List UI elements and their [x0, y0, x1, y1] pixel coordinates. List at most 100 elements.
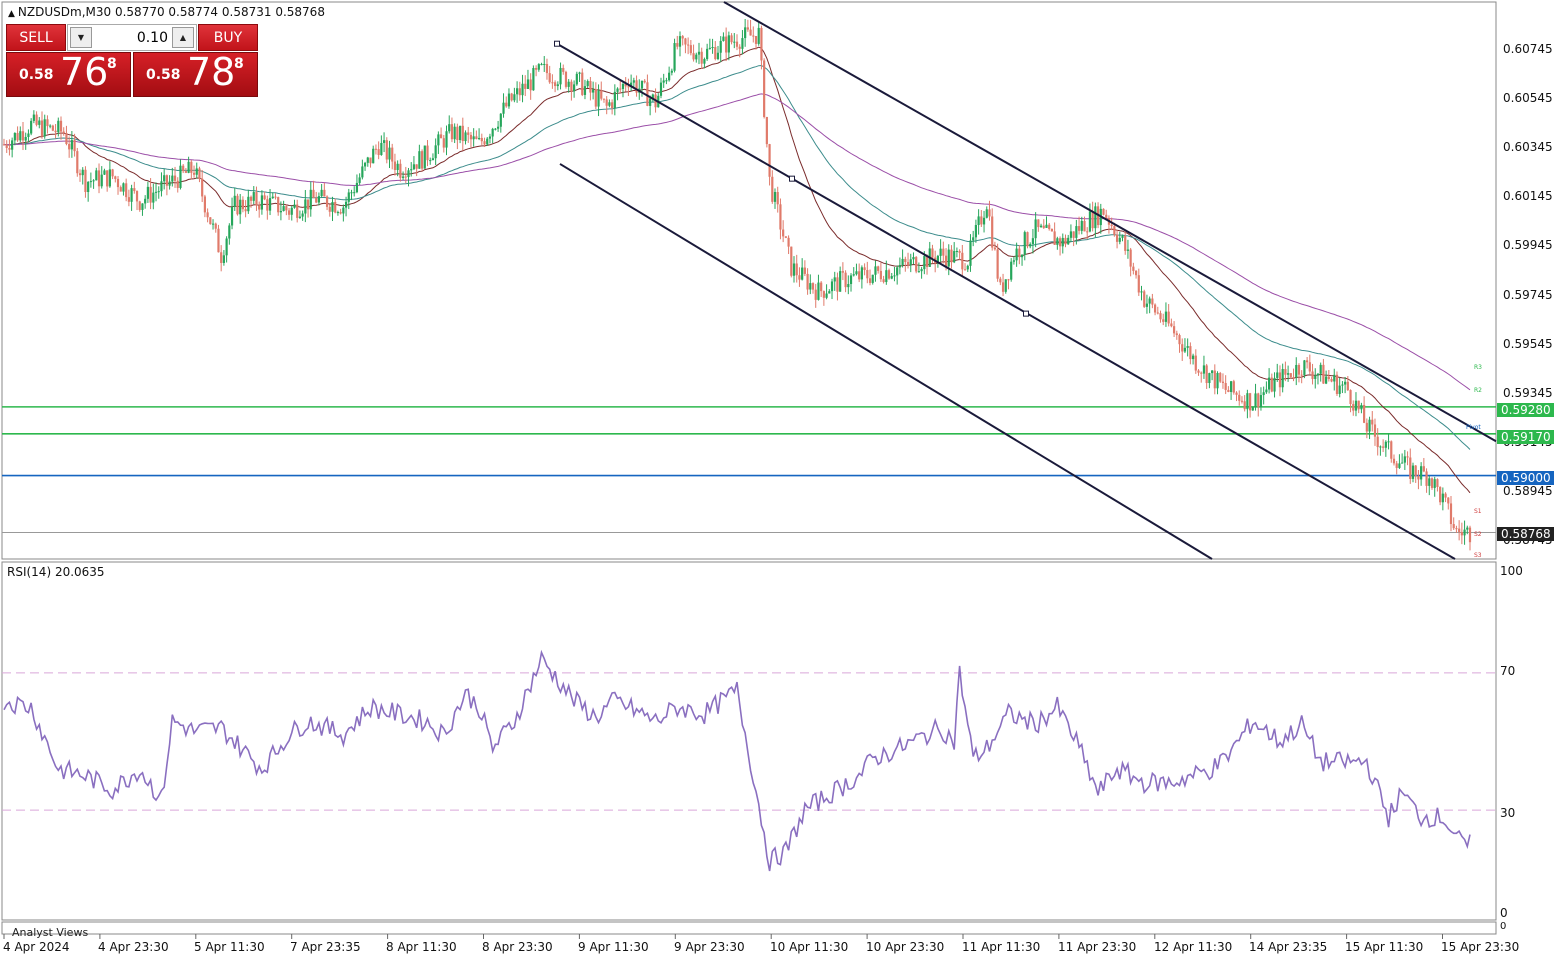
- level-tag-resistance-2[interactable]: 0.59170: [1497, 430, 1554, 444]
- sell-quote[interactable]: 0.58 76 8: [6, 50, 131, 97]
- lot-increase-icon[interactable]: ▲: [172, 27, 194, 48]
- bear-candle: [1115, 234, 1119, 242]
- bear-candle: [692, 53, 695, 60]
- bear-candle: [198, 168, 201, 179]
- time-axis-label: 8 Apr 11:30: [386, 940, 457, 954]
- time-axis-label: 9 Apr 23:30: [674, 940, 745, 954]
- buy-quote[interactable]: 0.58 78 8: [133, 50, 258, 97]
- bull-candle: [160, 181, 163, 192]
- buy-button[interactable]: BUY: [198, 24, 258, 51]
- bear-candle: [1311, 371, 1314, 379]
- bull-candle: [586, 81, 589, 87]
- bull-candle: [122, 183, 125, 192]
- one-click-trading-panel: SELL ▼ ▲ BUY 0.58 76 8 0.58 78 8: [6, 24, 258, 97]
- bear-candle: [510, 93, 513, 101]
- bull-candle: [825, 293, 828, 298]
- bear-candle: [1221, 381, 1225, 384]
- sell-button[interactable]: SELL: [6, 24, 66, 51]
- price-axis-label: 0.60545: [1503, 91, 1553, 105]
- chart-canvas[interactable]: [0, 0, 1560, 960]
- lot-decrease-icon[interactable]: ▼: [70, 27, 92, 48]
- bull-candle: [1145, 303, 1149, 307]
- bear-candle: [84, 169, 87, 193]
- bull-candle: [1020, 254, 1024, 258]
- bear-candle: [768, 144, 771, 177]
- bear-candle: [1181, 344, 1184, 352]
- bear-candle: [399, 163, 402, 178]
- bear-candle: [68, 143, 71, 150]
- channel-anchor-handle: [789, 175, 795, 182]
- bear-candle: [1053, 231, 1056, 245]
- bull-candle: [1080, 220, 1083, 231]
- bull-candle: [70, 140, 73, 150]
- channel-anchor-handle: [1023, 310, 1029, 317]
- bull-candle: [141, 203, 144, 210]
- bear-candle: [439, 134, 443, 139]
- bear-candle: [206, 212, 209, 218]
- bear-candle: [203, 196, 206, 213]
- bull-candle: [372, 148, 375, 164]
- pivot-label-s2: S2: [1474, 531, 1482, 538]
- price-axis-label: 0.59745: [1503, 288, 1553, 302]
- bull-candle: [556, 84, 559, 87]
- lot-size-input[interactable]: [96, 28, 168, 47]
- price-axis-label: 0.58945: [1503, 484, 1553, 498]
- bear-candle: [287, 210, 291, 215]
- bull-candle: [532, 67, 535, 91]
- bear-candle: [700, 51, 703, 64]
- level-tag-support[interactable]: 0.59000: [1497, 471, 1554, 485]
- bear-candle: [1219, 372, 1222, 382]
- bear-candle: [1270, 377, 1273, 392]
- bull-candle: [290, 207, 293, 215]
- time-axis-label: 15 Apr 23:30: [1441, 940, 1520, 954]
- bear-candle: [600, 90, 603, 99]
- bear-candle: [1300, 374, 1303, 376]
- bear-candle: [266, 199, 269, 211]
- bull-candle: [144, 198, 147, 204]
- bull-candle: [901, 258, 904, 266]
- bear-candle: [1134, 270, 1138, 276]
- buy-quote-fraction: 8: [234, 56, 244, 72]
- open-price: 0.58770: [114, 5, 165, 19]
- bull-candle: [187, 161, 190, 173]
- bull-candle: [179, 165, 182, 188]
- bear-candle: [190, 161, 193, 173]
- bear-candle: [1278, 372, 1282, 388]
- bear-candle: [241, 199, 245, 210]
- bull-candle: [344, 201, 348, 208]
- bull-candle: [711, 47, 714, 49]
- bear-candle: [570, 81, 573, 92]
- bear-candle: [73, 140, 76, 152]
- bull-candle: [722, 36, 725, 41]
- bull-candle: [130, 188, 133, 202]
- bull-candle: [543, 63, 546, 65]
- bull-candle: [830, 281, 834, 292]
- bear-candle: [328, 206, 331, 212]
- bear-candle: [393, 161, 397, 171]
- bear-candle: [681, 36, 684, 39]
- bear-candle: [62, 131, 65, 134]
- bull-candle: [1023, 232, 1026, 255]
- bull-candle: [1316, 373, 1320, 376]
- bull-candle: [499, 113, 502, 127]
- bear-candle: [1232, 381, 1235, 393]
- bull-candle: [103, 170, 106, 175]
- collapse-triangle-icon[interactable]: ▲: [8, 9, 15, 19]
- bear-candle: [551, 82, 554, 84]
- bear-candle: [1414, 465, 1417, 477]
- level-tag-resistance-1[interactable]: 0.59280: [1497, 403, 1554, 417]
- bull-candle: [833, 277, 836, 282]
- bear-candle: [735, 41, 739, 47]
- bull-candle: [57, 120, 60, 133]
- bull-candle: [703, 59, 706, 64]
- bear-candle: [1422, 466, 1425, 472]
- bull-candle: [363, 162, 367, 167]
- bull-candle: [19, 131, 22, 141]
- time-axis-label: 10 Apr 23:30: [866, 940, 945, 954]
- bear-candle: [1026, 232, 1029, 247]
- bull-candle: [923, 256, 926, 270]
- bull-candle: [1463, 529, 1466, 536]
- bear-candle: [1064, 237, 1067, 245]
- bear-candle: [1449, 503, 1453, 525]
- bull-candle: [573, 84, 576, 92]
